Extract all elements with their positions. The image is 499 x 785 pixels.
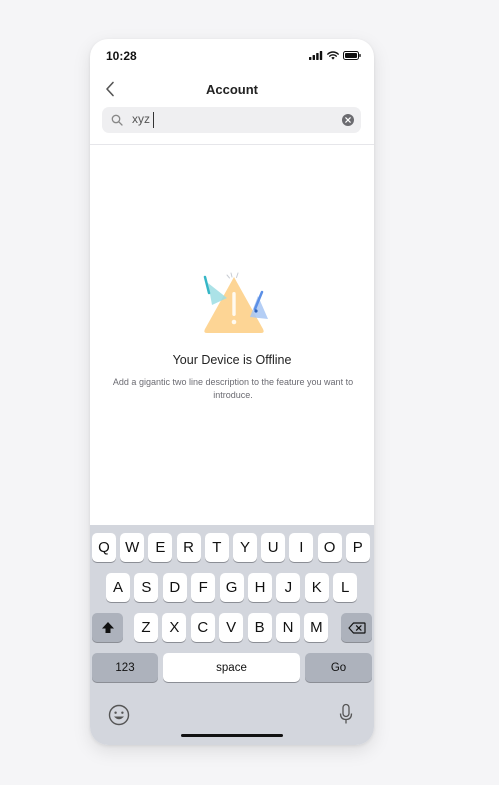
search-query-text: xyz xyxy=(132,112,150,127)
key-e[interactable]: E xyxy=(148,533,173,562)
status-time: 10:28 xyxy=(106,49,137,63)
key-j[interactable]: J xyxy=(276,573,301,602)
text-caret xyxy=(153,112,154,128)
key-o[interactable]: O xyxy=(317,533,342,562)
space-key[interactable]: space xyxy=(163,653,300,682)
phone-frame: 10:28 Account xyz Your Device is Offline… xyxy=(90,39,374,745)
empty-state-description: Add a gigantic two line description to t… xyxy=(112,377,354,400)
emoji-icon xyxy=(108,704,130,726)
search-query[interactable]: xyz xyxy=(132,112,154,128)
microphone-icon xyxy=(339,703,353,724)
signal-icon xyxy=(309,51,323,60)
home-indicator xyxy=(181,734,283,737)
key-n[interactable]: N xyxy=(276,613,300,642)
status-bar: 10:28 xyxy=(90,39,374,71)
key-l[interactable]: L xyxy=(333,573,358,602)
key-c[interactable]: C xyxy=(190,613,215,642)
key-m[interactable]: M xyxy=(304,613,329,642)
empty-state-title: Your Device is Offline xyxy=(172,353,292,367)
key-w[interactable]: W xyxy=(120,533,145,562)
key-s[interactable]: S xyxy=(134,573,159,602)
search-field[interactable]: xyz xyxy=(102,107,361,133)
wifi-icon xyxy=(327,51,339,60)
key-q[interactable]: Q xyxy=(92,533,116,562)
page-title: Account xyxy=(206,82,258,97)
key-u[interactable]: U xyxy=(261,533,286,562)
nav-bar: Account xyxy=(90,77,374,101)
shift-icon xyxy=(101,622,114,633)
backspace-icon xyxy=(347,621,366,634)
backspace-key[interactable] xyxy=(341,613,372,642)
key-b[interactable]: B xyxy=(247,613,272,642)
key-v[interactable]: V xyxy=(219,613,244,642)
key-a[interactable]: A xyxy=(106,573,130,602)
status-icons xyxy=(309,51,361,60)
numbers-key[interactable]: 123 xyxy=(92,653,158,682)
key-k[interactable]: K xyxy=(304,573,329,602)
emoji-button[interactable] xyxy=(108,704,130,726)
key-d[interactable]: D xyxy=(162,573,187,602)
header-divider xyxy=(90,144,374,145)
keyboard: QWERTYUIOP ASDFGHJKL ZXCVBNM 123 space Go xyxy=(90,525,374,745)
key-y[interactable]: Y xyxy=(233,533,257,562)
dictation-button[interactable] xyxy=(339,703,353,725)
key-z[interactable]: Z xyxy=(134,613,158,642)
clear-icon xyxy=(345,117,351,123)
key-r[interactable]: R xyxy=(176,533,201,562)
key-p[interactable]: P xyxy=(345,533,370,562)
key-i[interactable]: I xyxy=(289,533,314,562)
key-x[interactable]: X xyxy=(162,613,187,642)
key-h[interactable]: H xyxy=(248,573,272,602)
search-icon xyxy=(111,113,125,127)
warning-illustration-icon xyxy=(203,272,268,333)
key-f[interactable]: F xyxy=(191,573,216,602)
key-g[interactable]: G xyxy=(219,573,244,602)
clear-search-button[interactable] xyxy=(342,114,354,126)
go-key[interactable]: Go xyxy=(305,653,372,682)
battery-icon xyxy=(343,51,361,60)
shift-key[interactable] xyxy=(92,613,123,642)
key-t[interactable]: T xyxy=(204,533,229,562)
